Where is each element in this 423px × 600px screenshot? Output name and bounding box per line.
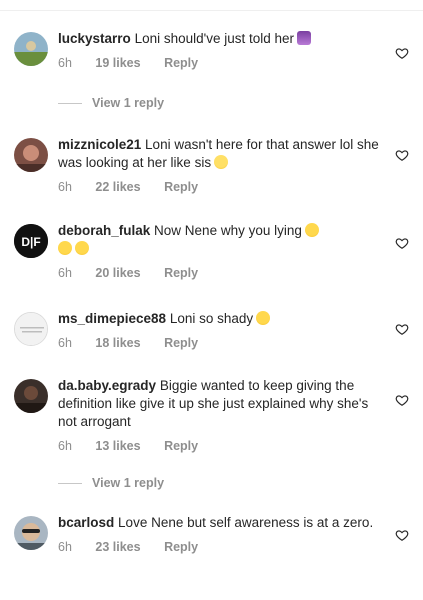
- reply-button[interactable]: Reply: [164, 540, 198, 554]
- comment-username[interactable]: da.baby.egrady: [58, 378, 156, 393]
- heart-icon[interactable]: [395, 322, 409, 336]
- reply-line: [58, 103, 82, 105]
- view-replies-label: View 1 reply: [92, 476, 165, 490]
- comment-username[interactable]: luckystarro: [58, 31, 131, 46]
- comment-time[interactable]: 6h: [58, 56, 72, 70]
- heart-icon[interactable]: [395, 46, 409, 60]
- comment-time[interactable]: 6h: [58, 180, 72, 194]
- reply-button[interactable]: Reply: [164, 56, 198, 70]
- comment-likes[interactable]: 13 likes: [95, 439, 140, 453]
- comment-text: Now Nene why you lying: [154, 223, 302, 238]
- comment-likes[interactable]: 18 likes: [95, 336, 140, 350]
- laughing-face-icon: [58, 241, 72, 255]
- comment-text: Loni so shady: [169, 311, 254, 326]
- reply-button[interactable]: Reply: [164, 336, 198, 350]
- reply-line: [58, 483, 82, 485]
- heart-icon[interactable]: [395, 236, 409, 250]
- heart-icon[interactable]: [395, 148, 409, 162]
- comment-text: Loni should've just told her: [134, 31, 294, 46]
- comment-username[interactable]: bcarlosd: [58, 515, 114, 530]
- view-replies-button[interactable]: View 1 reply: [58, 96, 164, 110]
- reply-button[interactable]: Reply: [164, 266, 198, 280]
- reply-button[interactable]: Reply: [164, 180, 198, 194]
- avatar[interactable]: D|F: [14, 224, 48, 258]
- comment-likes[interactable]: 23 likes: [95, 540, 140, 554]
- comment-likes[interactable]: 22 likes: [95, 180, 140, 194]
- avatar[interactable]: [14, 138, 48, 172]
- grimacing-face-icon: [214, 155, 229, 169]
- reply-button[interactable]: Reply: [164, 439, 198, 453]
- avatar[interactable]: [14, 516, 48, 550]
- comment-time[interactable]: 6h: [58, 439, 72, 453]
- comment-time[interactable]: 6h: [58, 336, 72, 350]
- heart-icon[interactable]: [395, 528, 409, 542]
- view-replies-label: View 1 reply: [92, 96, 165, 110]
- comment-username[interactable]: ms_dimepiece88: [58, 311, 166, 326]
- heart-icon[interactable]: [395, 393, 409, 407]
- avatar[interactable]: [14, 32, 48, 66]
- comment-time[interactable]: 6h: [58, 266, 72, 280]
- comment-likes[interactable]: 19 likes: [95, 56, 140, 70]
- avatar[interactable]: [14, 379, 48, 413]
- laughing-face-icon: [304, 223, 319, 237]
- comment-username[interactable]: deborah_fulak: [58, 223, 150, 238]
- laughing-face-icon: [256, 311, 271, 325]
- comment-text: Love Nene but self awareness is at a zer…: [118, 515, 374, 530]
- avatar-monogram: D|F: [21, 235, 40, 249]
- avatar[interactable]: [14, 312, 48, 346]
- person-shrugging-icon: [297, 31, 311, 45]
- view-replies-button[interactable]: View 1 reply: [58, 476, 164, 490]
- laughing-face-icon: [75, 241, 89, 255]
- comment-username[interactable]: mizznicole21: [58, 137, 141, 152]
- comments-list: luckystarro Loni should've just told her…: [0, 0, 423, 600]
- comment-likes[interactable]: 20 likes: [95, 266, 140, 280]
- comment-time[interactable]: 6h: [58, 540, 72, 554]
